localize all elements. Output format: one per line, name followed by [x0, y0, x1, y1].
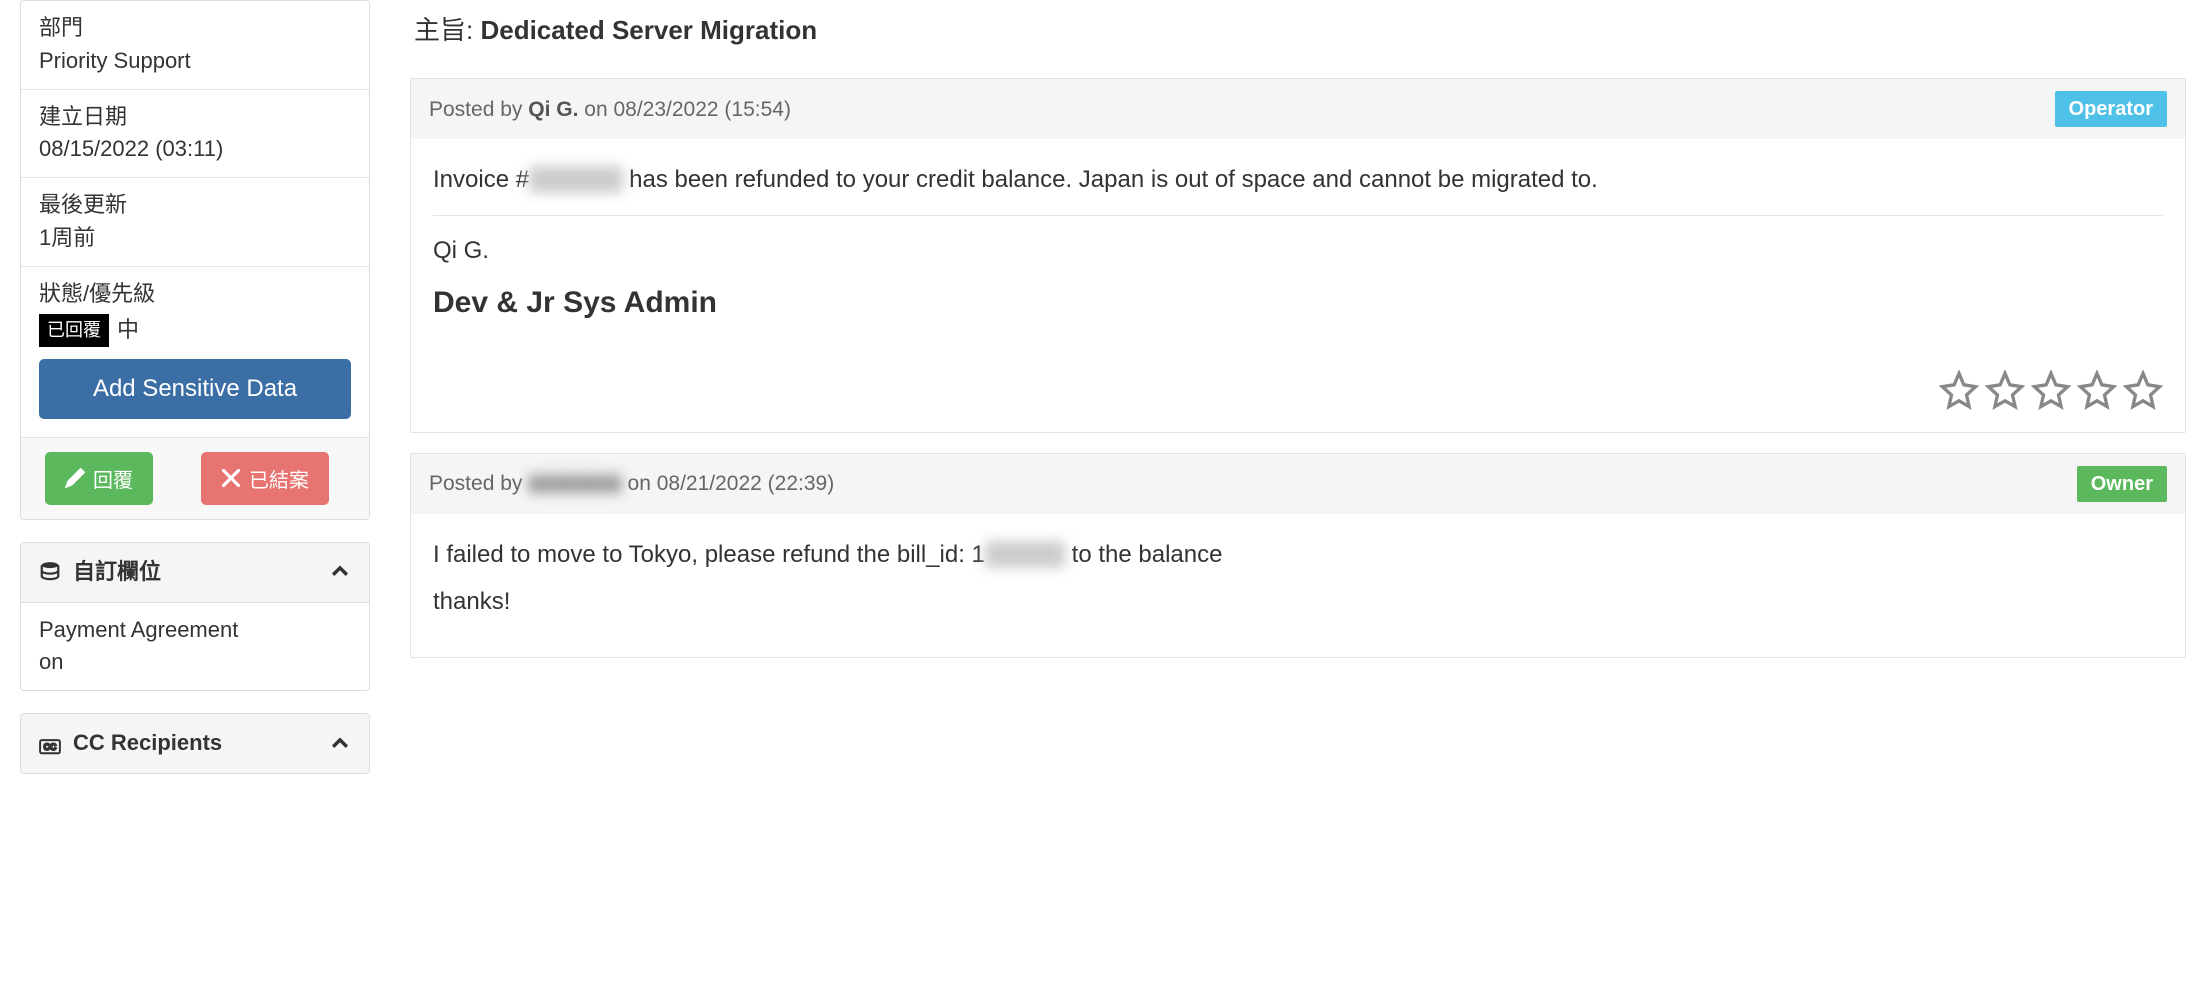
- role-badge-owner: Owner: [2077, 466, 2167, 502]
- created-row: 建立日期 08/15/2022 (03:11): [21, 90, 369, 179]
- custom-field-row: Payment Agreement on: [21, 603, 369, 691]
- post-header: Posted by xxxxxxxx on 08/21/2022 (22:39)…: [411, 454, 2185, 514]
- priority-value: 中: [117, 315, 139, 346]
- divider: [433, 215, 2163, 216]
- custom-fields-panel: 自訂欄位 Payment Agreement on: [20, 542, 370, 691]
- status-badge: 已回覆: [39, 314, 109, 347]
- posted-by-prefix: Posted by: [429, 98, 522, 121]
- cc-recipients-panel: CC CC Recipients: [20, 713, 370, 774]
- add-sensitive-data-button[interactable]: Add Sensitive Data: [39, 359, 351, 419]
- close-ticket-label: 已結案: [249, 464, 309, 493]
- database-icon: [39, 561, 61, 583]
- redacted-bill-id: 000000: [985, 541, 1065, 568]
- body-text: Invoice #: [433, 166, 529, 193]
- post-author: Qi G.: [528, 98, 578, 121]
- post-body: I failed to move to Tokyo, please refund…: [411, 514, 2185, 657]
- post-timestamp: on 08/23/2022 (15:54): [584, 98, 791, 121]
- body-text: has been refunded to your credit balance…: [623, 166, 1598, 193]
- close-icon: [221, 468, 241, 488]
- post-header: Posted by Qi G. on 08/23/2022 (15:54) Op…: [411, 79, 2185, 139]
- ticket-reply-owner: Posted by xxxxxxxx on 08/21/2022 (22:39)…: [410, 453, 2186, 658]
- status-label: 狀態/優先級: [39, 279, 351, 310]
- subject-line: 主旨: Dedicated Server Migration: [410, 10, 2186, 78]
- close-ticket-button[interactable]: 已結案: [201, 452, 329, 505]
- reply-button[interactable]: 回覆: [45, 452, 153, 505]
- pencil-icon: [65, 468, 85, 488]
- updated-label: 最後更新: [39, 190, 351, 221]
- custom-fields-header[interactable]: 自訂欄位: [21, 543, 369, 603]
- created-value: 08/15/2022 (03:11): [39, 134, 351, 165]
- rating-stars: [411, 362, 2185, 432]
- chevron-up-icon: [329, 733, 351, 755]
- body-text: I failed to move to Tokyo, please refund…: [433, 541, 985, 568]
- custom-fields-title: 自訂欄位: [73, 557, 161, 588]
- post-timestamp: on 08/21/2022 (22:39): [628, 472, 835, 495]
- subject-label: 主旨:: [414, 15, 473, 45]
- department-label: 部門: [39, 13, 351, 44]
- custom-field-value: on: [39, 647, 351, 678]
- body-text: thanks!: [433, 585, 2163, 619]
- chevron-up-icon: [329, 561, 351, 583]
- star-icon[interactable]: [1939, 370, 1979, 410]
- reply-button-label: 回覆: [93, 464, 133, 493]
- role-badge-operator: Operator: [2055, 91, 2167, 127]
- subject-value: Dedicated Server Migration: [480, 15, 817, 45]
- ticket-reply-operator: Posted by Qi G. on 08/23/2022 (15:54) Op…: [410, 78, 2186, 432]
- custom-field-name: Payment Agreement: [39, 615, 351, 646]
- cc-icon: CC: [39, 733, 61, 755]
- star-icon[interactable]: [1985, 370, 2025, 410]
- status-row: 狀態/優先級 已回覆 中: [21, 267, 369, 359]
- body-text: to the balance: [1065, 541, 1222, 568]
- updated-row: 最後更新 1周前: [21, 178, 369, 267]
- department-row: 部門 Priority Support: [21, 1, 369, 90]
- cc-recipients-title: CC Recipients: [73, 728, 222, 759]
- header-actions-cutoff: [410, 0, 2186, 4]
- department-value: Priority Support: [39, 46, 351, 77]
- updated-value: 1周前: [39, 223, 351, 254]
- posted-by-prefix: Posted by: [429, 472, 522, 495]
- post-body: Invoice #0000000 has been refunded to yo…: [411, 139, 2185, 361]
- star-icon[interactable]: [2031, 370, 2071, 410]
- ticket-info-panel: 部門 Priority Support 建立日期 08/15/2022 (03:…: [20, 0, 370, 520]
- cc-recipients-header[interactable]: CC CC Recipients: [21, 714, 369, 773]
- signature-name: Qi G.: [433, 234, 2163, 268]
- redacted-author: xxxxxxxx: [528, 472, 621, 495]
- redacted-invoice: 0000000: [529, 166, 622, 193]
- star-icon[interactable]: [2123, 370, 2163, 410]
- signature-title: Dev & Jr Sys Admin: [433, 282, 2163, 324]
- created-label: 建立日期: [39, 102, 351, 133]
- star-icon[interactable]: [2077, 370, 2117, 410]
- svg-text:CC: CC: [44, 742, 57, 752]
